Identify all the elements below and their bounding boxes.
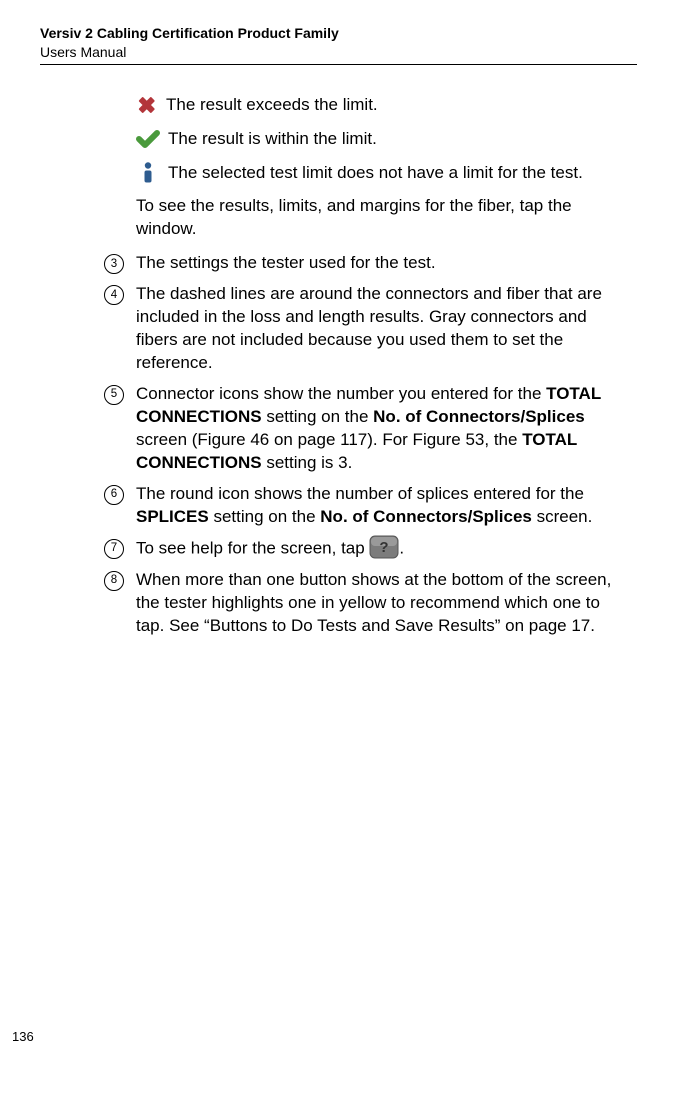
circled-number-3: 3 [104, 254, 124, 274]
page-header: Versiv 2 Cabling Certification Product F… [40, 24, 637, 65]
page-content: The result exceeds the limit. The result… [40, 93, 637, 638]
legend-exceeds-text: The result exceeds the limit. [166, 93, 378, 117]
page-number: 136 [12, 1029, 34, 1044]
item-8-text: When more than one button shows at the b… [136, 569, 631, 638]
list-item-4: 4 The dashed lines are around the connec… [100, 283, 631, 375]
list-item-3: 3 The settings the tester used for the t… [100, 252, 631, 275]
header-subtitle: Users Manual [40, 43, 637, 62]
list-item-6: 6 The round icon shows the number of spl… [100, 483, 631, 529]
item-5-text: Connector icons show the number you ente… [136, 383, 631, 475]
item-7-text: To see help for the screen, tap ? . [136, 537, 631, 561]
item-4-text: The dashed lines are around the connecto… [136, 283, 631, 375]
circled-number-4: 4 [104, 285, 124, 305]
legend-nolimit-text: The selected test limit does not have a … [168, 161, 583, 185]
circled-number-8: 8 [104, 571, 124, 591]
info-icon [136, 162, 160, 184]
pass-check-icon [136, 129, 160, 149]
item-3-text: The settings the tester used for the tes… [136, 252, 631, 275]
item-6-text: The round icon shows the number of splic… [136, 483, 631, 529]
tap-window-paragraph: To see the results, limits, and margins … [136, 195, 631, 241]
header-title: Versiv 2 Cabling Certification Product F… [40, 24, 637, 43]
svg-text:?: ? [380, 539, 389, 556]
legend-within-text: The result is within the limit. [168, 127, 377, 151]
circled-number-5: 5 [104, 385, 124, 405]
legend-row-exceeds: The result exceeds the limit. [136, 93, 631, 117]
legend-row-nolimit: The selected test limit does not have a … [136, 161, 631, 185]
fail-x-icon [136, 95, 158, 115]
circled-number-7: 7 [104, 539, 124, 559]
list-item-7: 7 To see help for the screen, tap ? . [100, 537, 631, 561]
list-item-5: 5 Connector icons show the number you en… [100, 383, 631, 475]
circled-number-6: 6 [104, 485, 124, 505]
list-item-8: 8 When more than one button shows at the… [100, 569, 631, 638]
help-button-icon: ? [369, 535, 399, 559]
legend-row-within: The result is within the limit. [136, 127, 631, 151]
